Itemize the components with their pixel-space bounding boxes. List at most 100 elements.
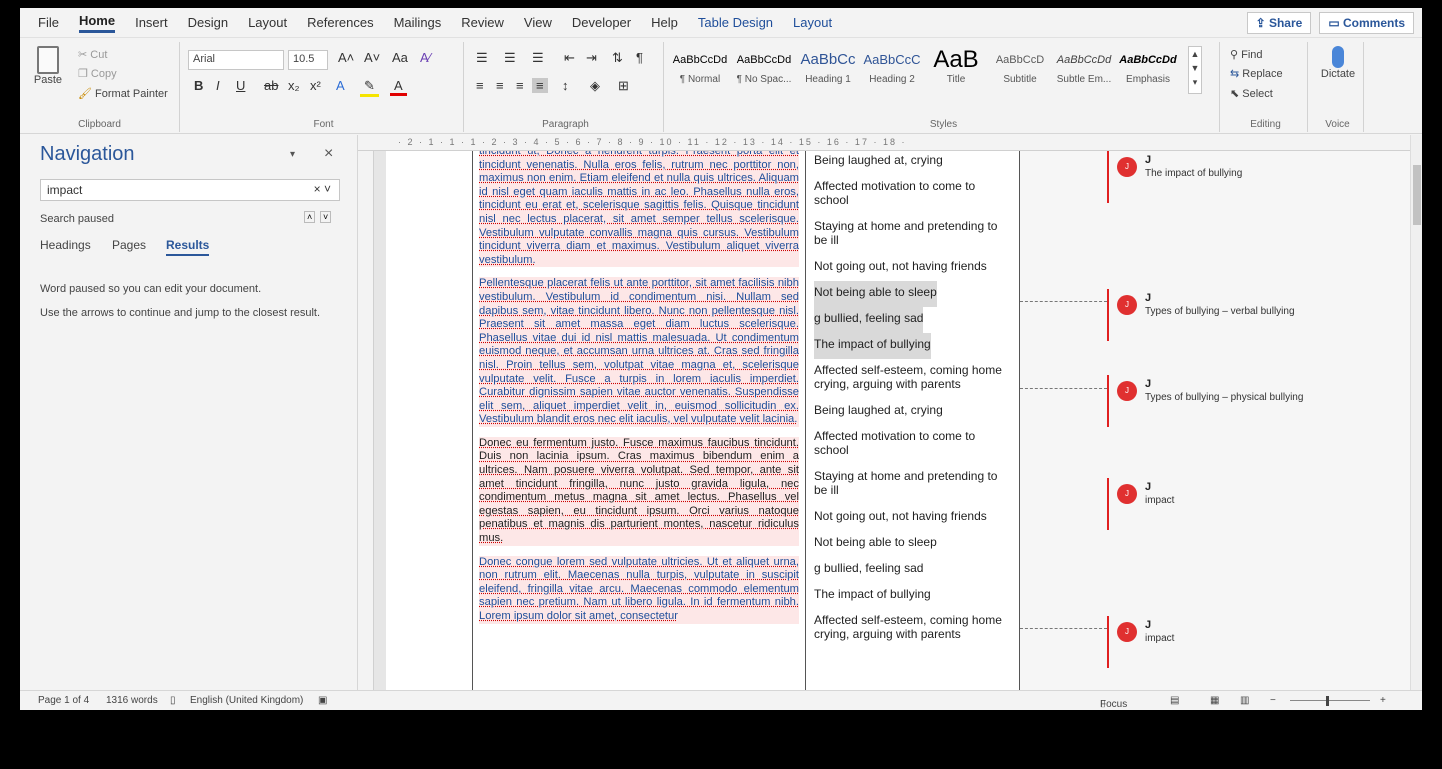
tab-review[interactable]: Review xyxy=(461,15,504,30)
tab-headings[interactable]: Headings xyxy=(40,238,91,252)
show-marks-icon[interactable]: ¶ xyxy=(632,50,647,65)
table-cell-highlighted[interactable]: g bullied, feeling sad xyxy=(814,307,924,333)
comment-card[interactable]: J J impact xyxy=(1107,478,1367,530)
decrease-indent-icon[interactable]: ⇤ xyxy=(560,50,579,66)
table-cell[interactable]: g bullied, feeling sad xyxy=(814,557,1011,583)
strikethrough-icon[interactable]: ab xyxy=(260,78,282,93)
table-cell[interactable]: Being laughed at, crying xyxy=(814,151,1011,175)
proofing-icon[interactable]: ▯ xyxy=(170,695,176,706)
horizontal-ruler[interactable]: · 2 · 1 · 1 · 1 · 2 · 3 · 4 · 5 · 6 · 7 … xyxy=(358,135,1410,151)
comment-card[interactable]: J J Types of bullying – verbal bullying xyxy=(1107,289,1367,341)
tab-design[interactable]: Design xyxy=(188,15,228,30)
bullets-icon[interactable]: ☰ xyxy=(472,50,492,66)
align-right-icon[interactable]: ≡ xyxy=(512,78,528,93)
align-center-icon[interactable]: ≡ xyxy=(492,78,508,93)
clear-search-icon[interactable]: × ˅ xyxy=(314,182,331,196)
language-indicator[interactable]: English (United Kingdom) xyxy=(190,695,303,706)
line-spacing-icon[interactable]: ↕ xyxy=(558,78,573,93)
table-cell[interactable]: Affected self-esteem, coming home crying… xyxy=(814,359,1011,399)
table-cell-highlighted[interactable]: Not being able to sleep xyxy=(814,281,937,307)
sort-icon[interactable]: ⇅ xyxy=(608,50,627,66)
vertical-scrollbar[interactable] xyxy=(1410,135,1422,690)
table-cell[interactable]: Being laughed at, crying xyxy=(814,399,1011,425)
shrink-font-icon[interactable]: A˅ xyxy=(360,50,384,65)
cut-button[interactable]: ✂ Cut xyxy=(78,48,107,61)
style-subtitle[interactable]: AaBbCcD Subtitle xyxy=(988,46,1052,94)
zoom-slider[interactable] xyxy=(1290,700,1370,701)
grow-font-icon[interactable]: A˄ xyxy=(334,50,358,65)
borders-icon[interactable]: ⊞ xyxy=(614,78,633,94)
table-cell[interactable]: Affected self-esteem, coming home crying… xyxy=(814,609,1011,649)
table-cell-highlighted[interactable]: The impact of bullying xyxy=(814,333,931,359)
zoom-slider-thumb[interactable] xyxy=(1326,696,1329,706)
format-painter-button[interactable]: 🖌 Format Painter xyxy=(78,87,168,100)
share-button[interactable]: ⇪ Share xyxy=(1246,11,1312,34)
tab-file[interactable]: File xyxy=(38,15,59,30)
table-cell[interactable]: Staying at home and pretending to be ill xyxy=(814,215,1011,255)
table-cell[interactable]: Not going out, not having friends xyxy=(814,505,1011,531)
accessibility-icon[interactable]: ▣ xyxy=(318,695,327,706)
style-heading-1[interactable]: AaBbCc Heading 1 xyxy=(796,46,860,94)
page-count[interactable]: Page 1 of 4 xyxy=(38,695,89,706)
copy-button[interactable]: ❐ Copy xyxy=(78,67,117,80)
tab-results[interactable]: Results xyxy=(166,238,210,256)
font-name-select[interactable]: Arial xyxy=(188,50,284,70)
word-count[interactable]: 1316 words xyxy=(106,695,158,706)
table-column-text[interactable]: tincidunt ut, Donec a hendrerit turpis. … xyxy=(472,151,806,690)
doc-paragraph[interactable]: tincidunt ut, Donec a hendrerit turpis. … xyxy=(479,151,799,268)
bold-icon[interactable]: B xyxy=(190,78,207,93)
next-result-icon[interactable]: ˅ xyxy=(320,211,332,223)
style-no-spacing[interactable]: AaBbCcDd ¶ No Spac... xyxy=(732,46,796,94)
select-button[interactable]: ⬉ Select xyxy=(1230,87,1273,100)
tab-help[interactable]: Help xyxy=(651,15,678,30)
increase-indent-icon[interactable]: ⇥ xyxy=(582,50,601,66)
table-cell[interactable]: The impact of bullying xyxy=(814,583,1011,609)
font-size-select[interactable]: 10.5 xyxy=(288,50,328,70)
document-area[interactable]: · 2 · 1 · 1 · 1 · 2 · 3 · 4 · 5 · 6 · 7 … xyxy=(358,135,1410,690)
tab-mailings[interactable]: Mailings xyxy=(394,15,442,30)
font-color-icon[interactable]: A xyxy=(390,78,407,96)
tab-references[interactable]: References xyxy=(307,15,373,30)
find-button[interactable]: ⚲ Find xyxy=(1230,48,1263,61)
dictate-button[interactable]: Dictate xyxy=(1318,46,1358,80)
tab-layout[interactable]: Layout xyxy=(248,15,287,30)
doc-paragraph[interactable]: Donec eu fermentum justo. Fusce maximus … xyxy=(479,436,799,546)
document-page[interactable]: tincidunt ut, Donec a hendrerit turpis. … xyxy=(386,151,1410,690)
tab-developer[interactable]: Developer xyxy=(572,15,631,30)
italic-icon[interactable]: I xyxy=(212,78,224,93)
tab-table-layout[interactable]: Layout xyxy=(793,15,832,30)
align-left-icon[interactable]: ≡ xyxy=(472,78,488,93)
comment-card[interactable]: J J Types of bullying – physical bullyin… xyxy=(1107,375,1367,427)
style-emphasis[interactable]: AaBbCcDd Emphasis xyxy=(1116,46,1180,94)
style-heading-2[interactable]: AaBbCcC Heading 2 xyxy=(860,46,924,94)
comment-card[interactable]: J J impact xyxy=(1107,616,1367,668)
underline-icon[interactable]: U xyxy=(232,78,249,93)
tab-view[interactable]: View xyxy=(524,15,552,30)
highlight-icon[interactable]: ✎ xyxy=(360,78,379,97)
pane-options-icon[interactable]: ▾ xyxy=(290,149,295,160)
styles-more-icon[interactable]: ▲ ▼ ▾ xyxy=(1188,46,1202,94)
shading-icon[interactable]: ◈ xyxy=(586,78,604,94)
table-cell[interactable]: Affected motivation to come to school xyxy=(814,425,1011,465)
close-icon[interactable]: × xyxy=(324,145,333,163)
tab-insert[interactable]: Insert xyxy=(135,15,168,30)
table-cell[interactable]: Not going out, not having friends xyxy=(814,255,1011,281)
print-layout-icon[interactable]: ▦ xyxy=(1210,695,1219,706)
web-layout-icon[interactable]: ▥ xyxy=(1240,695,1249,706)
search-input[interactable]: impact × ˅ xyxy=(40,179,340,201)
tab-pages[interactable]: Pages xyxy=(112,238,146,252)
subscript-icon[interactable]: x₂ xyxy=(284,78,304,93)
comment-card[interactable]: J J The impact of bullying xyxy=(1107,151,1367,203)
scrollbar-thumb[interactable] xyxy=(1413,165,1421,225)
zoom-out-icon[interactable]: − xyxy=(1270,695,1276,706)
multilevel-list-icon[interactable]: ☰ xyxy=(528,50,548,66)
replace-button[interactable]: ⇆ Replace xyxy=(1230,67,1283,80)
table-cell[interactable]: Not being able to sleep xyxy=(814,531,1011,557)
tab-table-design[interactable]: Table Design xyxy=(698,15,773,30)
clear-formatting-icon[interactable]: A⁄ xyxy=(416,50,435,65)
paste-button[interactable]: Paste xyxy=(30,46,66,86)
justify-icon[interactable]: ≡ xyxy=(532,78,548,93)
style-subtle-emphasis[interactable]: AaBbCcDd Subtle Em... xyxy=(1052,46,1116,94)
previous-result-icon[interactable]: ˄ xyxy=(304,211,316,223)
style-normal[interactable]: AaBbCcDd ¶ Normal xyxy=(668,46,732,94)
